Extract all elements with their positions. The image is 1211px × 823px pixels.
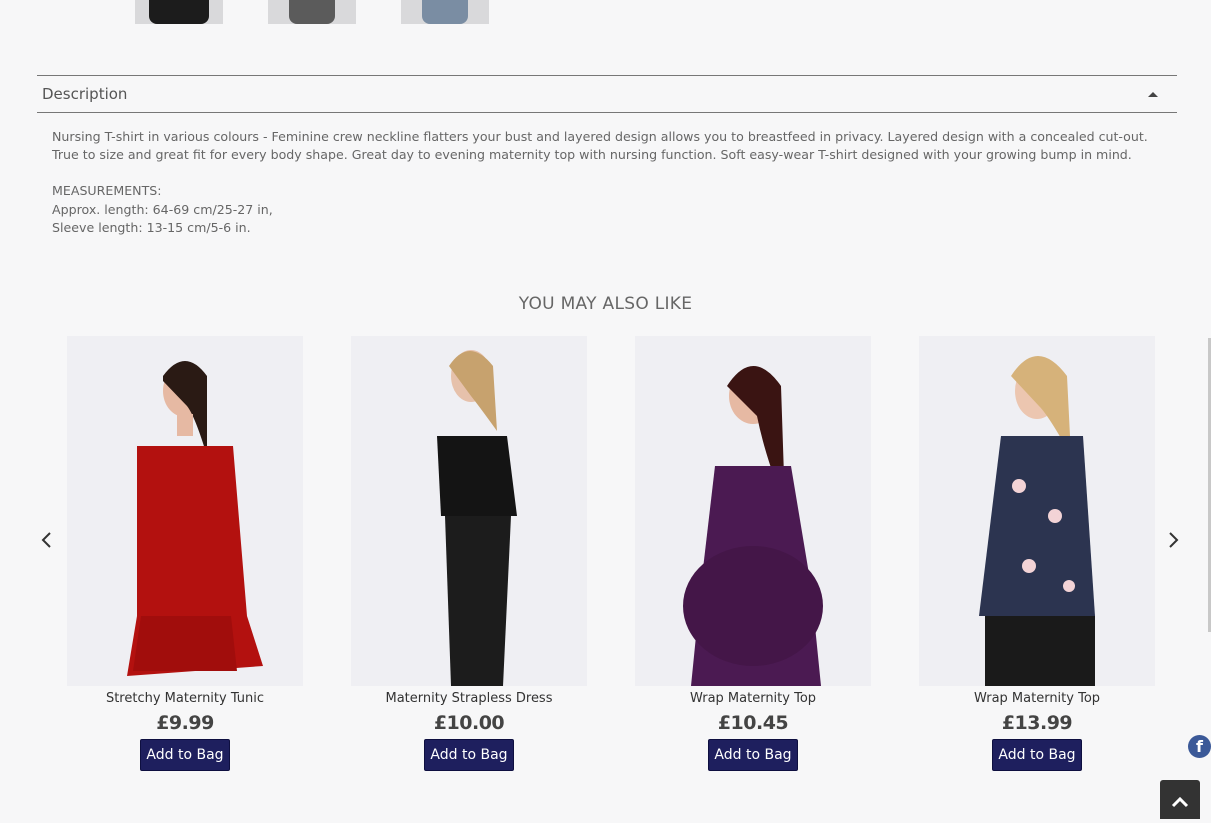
- description-accordion-header[interactable]: Description: [37, 75, 1177, 113]
- product-thumbnail[interactable]: [268, 0, 356, 24]
- description-body: Nursing T-shirt in various colours - Fem…: [52, 128, 1152, 237]
- description-text: Nursing T-shirt in various colours - Fem…: [52, 129, 1148, 163]
- product-image[interactable]: [919, 336, 1155, 686]
- chevron-up-icon: [1171, 796, 1189, 808]
- chevron-left-icon[interactable]: [37, 530, 57, 550]
- product-image[interactable]: [67, 336, 303, 686]
- thumbnail-strip: [135, 0, 489, 24]
- add-to-bag-button[interactable]: Add to Bag: [992, 739, 1082, 771]
- product-image[interactable]: [635, 336, 871, 686]
- product-price: £10.45: [717, 712, 789, 734]
- product-name[interactable]: Wrap Maternity Top: [919, 690, 1155, 708]
- product-name[interactable]: Stretchy Maternity Tunic: [67, 690, 303, 708]
- product-name[interactable]: Wrap Maternity Top: [635, 690, 871, 708]
- measurements-heading: MEASUREMENTS:: [52, 183, 162, 199]
- product-price: £9.99: [156, 712, 214, 734]
- measurement-sleeve: Sleeve length: 13-15 cm/5-6 in.: [52, 219, 251, 235]
- also-like-title: YOU MAY ALSO LIKE: [518, 294, 693, 314]
- caret-up-icon[interactable]: [1148, 92, 1158, 97]
- add-to-bag-button[interactable]: Add to Bag: [708, 739, 798, 771]
- product-card: Wrap Maternity Top £10.45 Add to Bag: [635, 336, 871, 771]
- scroll-to-top-button[interactable]: [1160, 780, 1200, 819]
- product-image[interactable]: [351, 336, 587, 686]
- product-thumbnail[interactable]: [401, 0, 489, 24]
- add-to-bag-button[interactable]: Add to Bag: [140, 739, 230, 771]
- facebook-icon[interactable]: f: [1188, 735, 1211, 758]
- description-title: Description: [42, 85, 128, 103]
- measurement-length: Approx. length: 64-69 cm/25-27 in,: [52, 201, 273, 217]
- add-to-bag-button[interactable]: Add to Bag: [424, 739, 514, 771]
- chevron-right-icon[interactable]: [1163, 530, 1183, 550]
- product-thumbnail[interactable]: [135, 0, 223, 24]
- product-price: £13.99: [1001, 712, 1073, 734]
- product-card: Wrap Maternity Top £13.99 Add to Bag: [919, 336, 1155, 771]
- product-price: £10.00: [433, 712, 505, 734]
- product-card: Stretchy Maternity Tunic £9.99 Add to Ba…: [67, 336, 303, 771]
- product-card: Maternity Strapless Dress £10.00 Add to …: [351, 336, 587, 771]
- product-name[interactable]: Maternity Strapless Dress: [351, 690, 587, 708]
